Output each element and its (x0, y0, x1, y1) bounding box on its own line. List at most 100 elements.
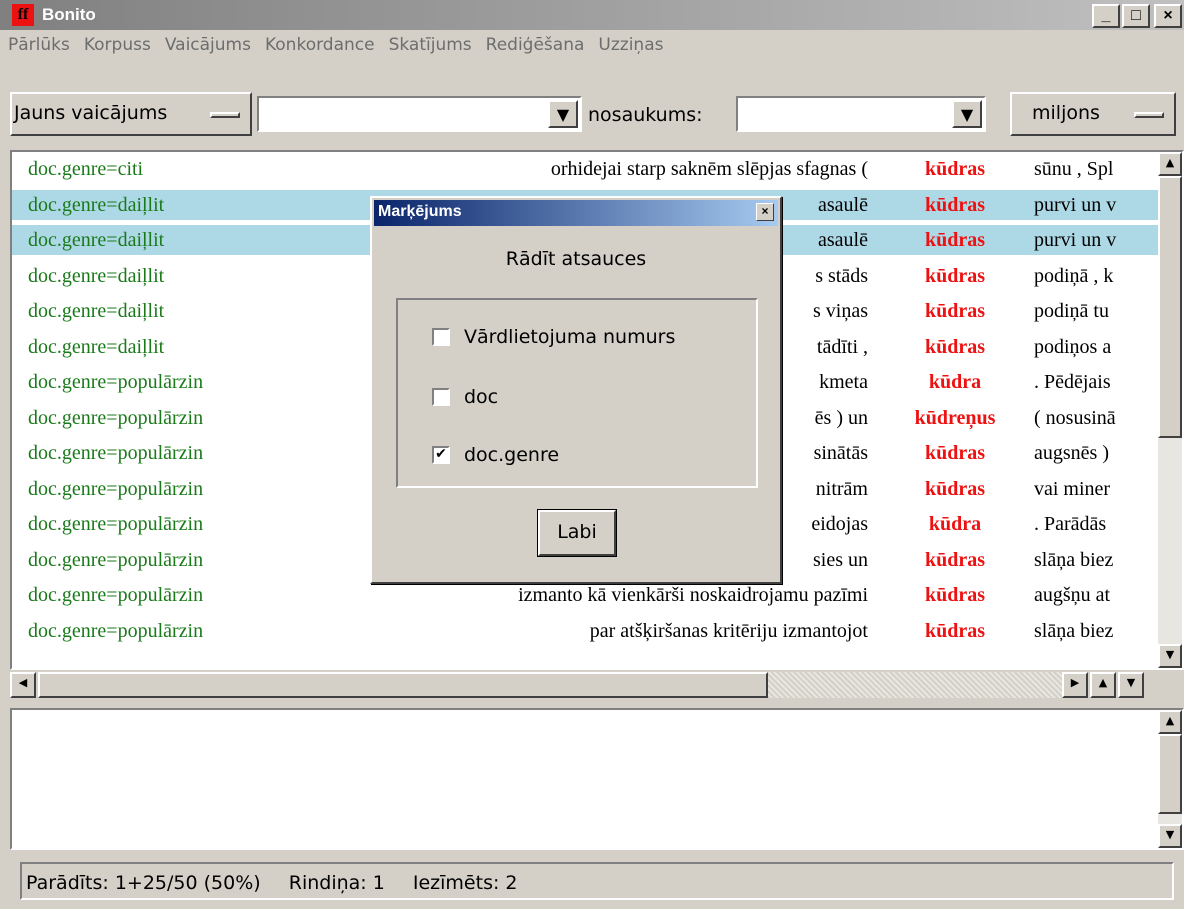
status-marked: Iezīmēts: 2 (412, 872, 518, 894)
right-context-cell: slāņa biez (1034, 548, 1114, 571)
concordance-row[interactable]: doc.genre=populārzin par atšķiršanas krit… (12, 616, 1160, 646)
bonito-window: ff Bonito _ □ × Pārlūks Korpuss Vaicājum… (0, 0, 1184, 909)
status-bar: Parādīts: 1+25/50 (50%) Rindiņa: 1 Iezīm… (20, 862, 1174, 900)
right-context-cell: podiņā tu (1034, 300, 1109, 322)
detail-scroll-thumb[interactable] (1158, 734, 1182, 814)
right-context-cell: slāņa biez (1034, 619, 1114, 642)
ok-button[interactable]: Labi (537, 509, 617, 557)
right-context-cell: augsnēs ) (1034, 442, 1109, 464)
concordance-horizontal-scrollbar[interactable]: ◀ ▶ ▲ ▼ (10, 672, 1184, 702)
left-context-cell: sinātās (813, 442, 868, 464)
menu-redigesana[interactable]: Rediģēšana (486, 35, 585, 55)
checkbox-doc-genre[interactable]: ✔ (432, 446, 450, 464)
scroll-right-icon[interactable]: ▶ (1062, 672, 1088, 698)
status-line: Rindiņa: 1 (288, 872, 385, 894)
detail-text-area[interactable] (12, 710, 1160, 852)
concordance-vertical-scrollbar[interactable]: ▲ ▼ (1158, 152, 1182, 668)
menu-bar: Pārlūks Korpuss Vaicājums Konkordance Sk… (0, 30, 1184, 60)
keyword-cell: kūdras (924, 619, 986, 642)
corpus-size-label: miljons (1032, 102, 1100, 124)
scroll-up-icon[interactable]: ▲ (1158, 152, 1182, 176)
left-context-cell: eidojas (811, 513, 868, 535)
markup-dialog: Marķējums × Rādīt atsauces Vārdlietojuma… (370, 196, 782, 584)
name-combobox[interactable]: ▼ (736, 96, 986, 132)
keyword-cell: kūdras (924, 548, 986, 571)
detail-vertical-scrollbar[interactable]: ▲ ▼ (1158, 710, 1182, 848)
menu-skatijums[interactable]: Skatījums (389, 35, 472, 55)
reference-cell: doc.genre=populārzin (28, 371, 204, 393)
keyword-cell: kūdras (924, 584, 986, 606)
left-context-cell: orhidejai starp saknēm slēpjas sfagnas ( (550, 158, 868, 180)
option-word-number[interactable]: Vārdlietojuma numurs (432, 326, 675, 348)
reference-cell: doc.genre=populārzin (28, 584, 204, 606)
status-shown: Parādīts: 1+25/50 (50%) (26, 872, 261, 894)
left-context-cell: sies un (813, 548, 868, 571)
query-dropdown-arrow-icon[interactable]: ▼ (548, 100, 578, 128)
concordance-row[interactable]: doc.genre=citi orhidejai starp saknēm slē… (12, 154, 1160, 184)
dialog-heading: Rādīt atsauces (505, 248, 647, 270)
menu-uzzinas[interactable]: Uzziņas (598, 35, 663, 55)
keyword-cell: kūdra (928, 371, 982, 393)
scroll-down-icon[interactable]: ▼ (1158, 644, 1182, 668)
keyword-cell: kūdras (924, 442, 986, 464)
detail-scroll-down-icon[interactable]: ▼ (1158, 824, 1182, 848)
menu-korpuss[interactable]: Korpuss (84, 35, 151, 55)
right-context-cell: podiņā , k (1034, 264, 1114, 287)
option-doc-genre-label: doc.genre (464, 444, 560, 466)
reference-cell: doc.genre=daiļlit (28, 193, 165, 216)
query-mode-label: Jauns vaicājums (14, 102, 168, 124)
left-context-cell: asaulē (818, 193, 868, 216)
reference-cell: doc.genre=populārzin (28, 442, 204, 464)
name-label: nosaukums: (588, 104, 703, 126)
option-doc-genre[interactable]: ✔ doc.genre (432, 444, 559, 466)
close-button[interactable]: × (1154, 4, 1182, 28)
minimize-button[interactable]: _ (1092, 4, 1120, 28)
menu-parluks[interactable]: Pārlūks (8, 35, 70, 55)
name-dropdown-arrow-icon[interactable]: ▼ (952, 100, 982, 128)
query-combobox[interactable]: ▼ (257, 96, 582, 132)
checkbox-doc[interactable] (432, 388, 450, 406)
option-doc-label: doc (464, 386, 499, 408)
reference-cell: doc.genre=citi (28, 158, 144, 180)
checkbox-word-number[interactable] (432, 328, 450, 346)
maximize-button[interactable]: □ (1122, 4, 1150, 28)
menu-vaicajums[interactable]: Vaicājums (165, 35, 251, 55)
left-context-cell: ēs ) un (814, 406, 868, 429)
dialog-close-icon[interactable]: × (756, 203, 774, 221)
left-context-cell: tādīti , (816, 335, 868, 358)
keyword-cell: kūdras (924, 193, 986, 216)
reference-cell: doc.genre=populārzin (28, 513, 204, 535)
dialog-title: Marķējums (378, 203, 462, 220)
title-bar[interactable]: ff Bonito _ □ × (0, 0, 1184, 30)
option-doc[interactable]: doc (432, 386, 498, 408)
query-mode-button[interactable]: Jauns vaicājums (10, 92, 252, 136)
right-context-cell: . Parādās (1034, 513, 1107, 535)
detail-scroll-up-icon[interactable]: ▲ (1158, 710, 1182, 734)
reference-cell: doc.genre=daiļlit (28, 264, 165, 287)
right-context-cell: podiņos a (1034, 335, 1112, 358)
menu-konkordance[interactable]: Konkordance (265, 35, 375, 55)
left-context-cell: kmeta (819, 371, 868, 393)
detail-pane: ▲ ▼ (10, 708, 1184, 850)
dialog-title-bar[interactable]: Marķējums × (374, 200, 778, 226)
keyword-cell: kūdras (924, 158, 986, 180)
reference-cell: doc.genre=daiļlit (28, 300, 165, 322)
keyword-cell: kūdras (924, 229, 986, 251)
previous-line-icon[interactable]: ▲ (1090, 672, 1116, 698)
keyword-cell: kūdreņus (914, 406, 996, 429)
hscroll-thumb[interactable] (38, 672, 768, 698)
right-context-cell: sūnu , Spl (1034, 158, 1114, 180)
corpus-size-button[interactable]: miljons (1010, 92, 1176, 136)
left-context-cell: s viņas (813, 300, 868, 322)
option-menu-indicator-icon (210, 112, 240, 118)
size-menu-indicator-icon (1134, 112, 1164, 118)
right-context-cell: . Pēdējais (1034, 371, 1111, 393)
concordance-row[interactable]: doc.genre=populārzin izmanto kā vienkārši… (12, 580, 1160, 610)
next-line-icon[interactable]: ▼ (1118, 672, 1144, 698)
concordance-scroll-thumb[interactable] (1158, 176, 1182, 438)
scroll-left-icon[interactable]: ◀ (10, 672, 36, 698)
reference-cell: doc.genre=daiļlit (28, 229, 165, 251)
reference-cell: doc.genre=populārzin (28, 477, 204, 500)
left-context-cell: asaulē (818, 229, 868, 251)
reference-cell: doc.genre=populārzin (28, 548, 204, 571)
